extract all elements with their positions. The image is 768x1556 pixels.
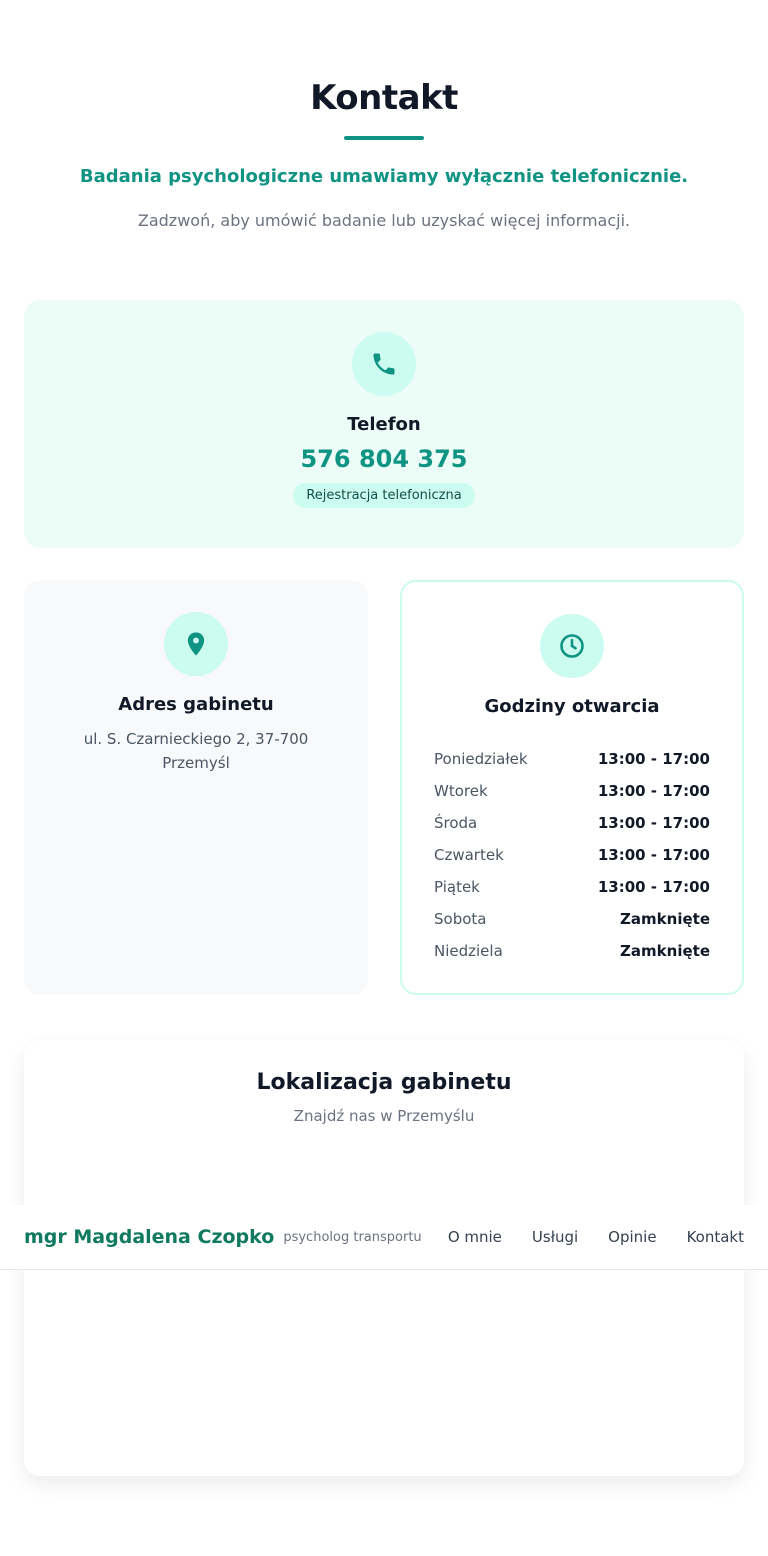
- nav-link-opinie[interactable]: Opinie: [608, 1228, 656, 1246]
- address-text: ul. S. Czarnieckiego 2, 37-700 Przemyśl: [83, 730, 309, 772]
- brand-name-link[interactable]: mgr Magdalena Czopko: [24, 1226, 274, 1248]
- hours-day: Czwartek: [434, 846, 504, 864]
- clock-icon: [540, 614, 604, 678]
- hours-row: Czwartek 13:00 - 17:00: [434, 839, 710, 871]
- phone-heading: Telefon: [347, 414, 421, 435]
- hours-row: Piątek 13:00 - 17:00: [434, 871, 710, 903]
- hours-day: Poniedziałek: [434, 750, 528, 768]
- hours-heading: Godziny otwarcia: [484, 696, 660, 717]
- nav-link-uslugi[interactable]: Usługi: [532, 1228, 578, 1246]
- hours-row: Sobota Zamknięte: [434, 903, 710, 935]
- hours-time: 13:00 - 17:00: [597, 750, 710, 768]
- hours-row: Poniedziałek 13:00 - 17:00: [434, 743, 710, 775]
- hours-day: Wtorek: [434, 782, 488, 800]
- hours-time: Zamknięte: [620, 942, 710, 960]
- address-card: Adres gabinetu ul. S. Czarnieckiego 2, 3…: [24, 580, 368, 995]
- title-underline: [344, 136, 424, 140]
- booking-notice: Badania psychologiczne umawiamy wyłączni…: [79, 166, 689, 187]
- nav-link-o-mnie[interactable]: O mnie: [448, 1228, 502, 1246]
- hours-row: Środa 13:00 - 17:00: [434, 807, 710, 839]
- hours-row: Wtorek 13:00 - 17:00: [434, 775, 710, 807]
- nav-links: O mnie Usługi Opinie Kontakt: [448, 1228, 744, 1246]
- phone-icon: [352, 332, 416, 396]
- section-title: Kontakt: [310, 78, 458, 118]
- opening-hours-card: Godziny otwarcia Poniedziałek 13:00 - 17:…: [400, 580, 744, 995]
- hours-time: 13:00 - 17:00: [597, 782, 710, 800]
- sticky-navbar: mgr Magdalena Czopko psycholog transport…: [0, 1205, 768, 1270]
- hours-time: 13:00 - 17:00: [597, 846, 710, 864]
- hours-day: Sobota: [434, 910, 487, 928]
- hours-time: 13:00 - 17:00: [597, 878, 710, 896]
- address-heading: Adres gabinetu: [118, 694, 274, 715]
- nav-link-kontakt[interactable]: Kontakt: [687, 1228, 744, 1246]
- hours-day: Piątek: [434, 878, 480, 896]
- hours-day: Środa: [434, 814, 478, 832]
- map-title: Lokalizacja gabinetu: [256, 1070, 512, 1095]
- phone-registration-badge: Rejestracja telefoniczna: [293, 483, 475, 508]
- phone-card: Telefon 576 804 375 Rejestracja telefoni…: [24, 300, 744, 548]
- hours-time: Zamknięte: [620, 910, 710, 928]
- map-subtitle: Znajdź nas w Przemyślu: [293, 1107, 475, 1125]
- phone-number-link[interactable]: 576 804 375: [24, 445, 744, 473]
- brand-tagline: psycholog transportu: [283, 1229, 422, 1245]
- hours-time: 13:00 - 17:00: [597, 814, 710, 832]
- hours-list: Poniedziałek 13:00 - 17:00 Wtorek 13:00 - …: [434, 743, 710, 967]
- booking-subtext: Zadzwoń, aby umówić badanie lub uzyskać …: [137, 211, 631, 230]
- map-pin-icon: [164, 612, 228, 676]
- hours-day: Niedziela: [434, 942, 503, 960]
- hours-row: Niedziela Zamknięte: [434, 935, 710, 967]
